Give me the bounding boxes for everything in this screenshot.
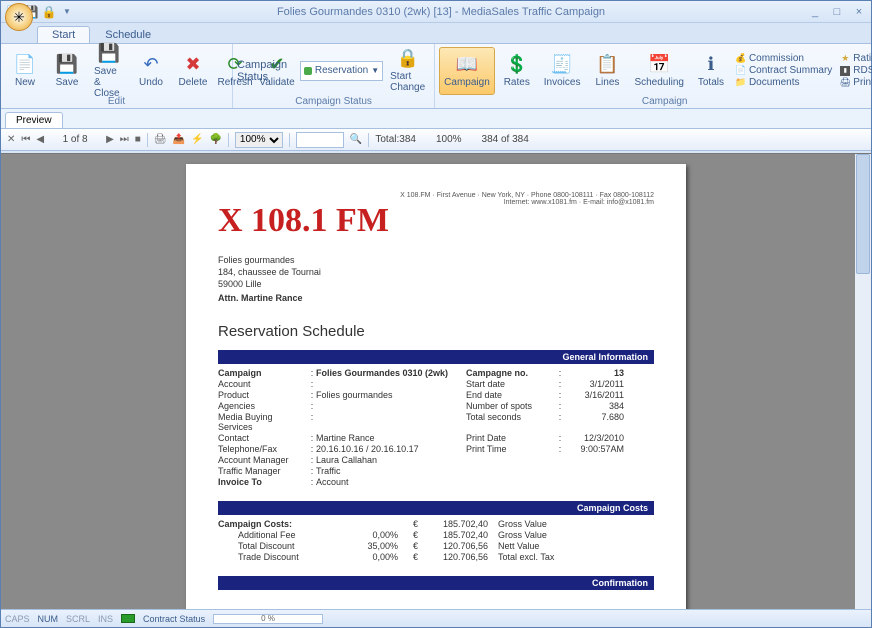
station-logo: X 108.1 FM <box>218 202 654 240</box>
rds-link[interactable]: ▮RDS <box>840 65 872 76</box>
nav-first-icon[interactable]: ⏮ <box>21 134 30 145</box>
delete-icon: ✖ <box>182 53 204 75</box>
ratings-link[interactable]: ★Ratings <box>840 53 872 64</box>
nav-close-icon[interactable]: ✕ <box>7 134 15 145</box>
maximize-button[interactable]: □ <box>829 6 845 18</box>
totals-button[interactable]: ℹTotals <box>691 47 731 95</box>
window-title: Folies Gourmandes 0310 (2wk) [13] - Medi… <box>75 6 807 18</box>
save-button[interactable]: 💾Save <box>47 47 87 95</box>
doc-title: Reservation Schedule <box>218 323 654 340</box>
titlebar: 📄 💾 🔒 ▼ Folies Gourmandes 0310 (2wk) [13… <box>1 1 871 23</box>
documents-icon: 📁 <box>736 78 746 88</box>
delete-button[interactable]: ✖Delete <box>173 47 213 95</box>
lines-icon: 📋 <box>596 53 618 75</box>
status-ins: INS <box>98 614 113 624</box>
addr-city: 59000 Lille <box>218 278 654 290</box>
preview-tab[interactable]: Preview <box>5 112 63 128</box>
status-scrl: SCRL <box>66 614 90 624</box>
calendar-icon: 📅 <box>648 53 670 75</box>
nav-print-icon[interactable]: 🖨 <box>154 134 167 145</box>
totals-icon: ℹ <box>700 53 722 75</box>
status-num: NUM <box>38 614 59 624</box>
print-link[interactable]: 🖨Print ▾ <box>840 77 872 88</box>
preview-tab-row: Preview <box>1 109 871 129</box>
nav-export-icon[interactable]: 📤 <box>173 134 185 145</box>
report-nav-toolbar: ✕ ⏮ ◀ 1 of 8 ▶ ⏭ ■ 🖨 📤 ⚡ 🌳 100% 🔍 Total:… <box>1 129 871 151</box>
qat-lock-icon[interactable]: 🔒 <box>41 4 57 20</box>
ribbon-tabs: Start Schedule <box>1 23 871 43</box>
rds-icon: ▮ <box>840 66 850 76</box>
undo-button[interactable]: ↶Undo <box>131 47 171 95</box>
star-icon: ★ <box>840 54 850 64</box>
save-close-button[interactable]: 💾Save & Close <box>89 47 129 95</box>
start-change-button[interactable]: 🔒Start Change <box>385 47 430 95</box>
save-icon: 💾 <box>56 53 78 75</box>
minimize-button[interactable]: _ <box>807 6 823 18</box>
new-button[interactable]: 📄New <box>5 47 45 95</box>
lock-icon: 🔒 <box>397 48 419 69</box>
app-menu-button[interactable]: ✳ <box>5 3 33 31</box>
new-icon: 📄 <box>14 53 36 75</box>
commission-link[interactable]: 💰Commission <box>736 53 832 64</box>
campaign-button[interactable]: 📖Campaign <box>439 47 495 95</box>
tab-start[interactable]: Start <box>37 26 90 43</box>
zoom-select[interactable]: 100% <box>235 132 283 148</box>
nav-prev-icon[interactable]: ◀ <box>36 134 44 145</box>
save-close-icon: 💾 <box>98 43 120 64</box>
status-contract: Contract Status <box>143 614 205 624</box>
hdr-line1: X 108.FM · First Avenue · New York, NY ·… <box>218 192 654 199</box>
documents-link[interactable]: 📁Documents <box>736 77 832 88</box>
nav-last-icon[interactable]: ⏭ <box>120 134 129 145</box>
addr-street: 184, chaussee de Tournai <box>218 266 654 278</box>
campaign-status-label: Campaign Status <box>237 59 296 83</box>
bar-costs: Campaign Costs <box>218 501 654 515</box>
status-dot-icon <box>304 67 312 75</box>
tab-schedule[interactable]: Schedule <box>90 26 166 43</box>
printer-icon: 🖨 <box>840 78 850 88</box>
report-page: X 108.FM · First Avenue · New York, NY ·… <box>186 164 686 609</box>
nav-total: Total:384 <box>375 134 416 145</box>
addr-name: Folies gourmandes <box>218 254 654 266</box>
progress-bar: 0 % <box>213 614 323 624</box>
nav-stop-icon[interactable]: ■ <box>135 134 141 145</box>
contract-icon: 📄 <box>736 66 746 76</box>
rates-icon: 💲 <box>506 53 528 75</box>
invoices-icon: 🧾 <box>551 53 573 75</box>
book-icon: 📖 <box>456 53 478 75</box>
campaign-status-select[interactable]: Reservation ▼ <box>300 61 383 81</box>
nav-tree-icon[interactable]: 🌳 <box>209 134 221 145</box>
lines-button[interactable]: 📋Lines <box>587 47 627 95</box>
addr-attn: Attn. Martine Rance <box>218 292 654 304</box>
invoices-button[interactable]: 🧾Invoices <box>539 47 586 95</box>
undo-icon: ↶ <box>140 53 162 75</box>
nav-pct: 100% <box>436 134 462 145</box>
scrollbar-thumb[interactable] <box>856 154 870 274</box>
scrollbar[interactable] <box>855 154 871 609</box>
status-led <box>121 614 135 623</box>
contract-summary-link[interactable]: 📄Contract Summary <box>736 65 832 76</box>
bar-general: General Information <box>218 350 654 364</box>
nav-refresh-icon[interactable]: ⚡ <box>191 134 203 145</box>
rates-button[interactable]: 💲Rates <box>497 47 537 95</box>
scheduling-button[interactable]: 📅Scheduling <box>629 47 688 95</box>
qat-dropdown-icon[interactable]: ▼ <box>59 4 75 20</box>
group-campaign-status-label: Campaign Status <box>237 95 430 108</box>
report-viewer[interactable]: X 108.FM · First Avenue · New York, NY ·… <box>1 153 871 609</box>
group-campaign-label: Campaign <box>439 95 872 108</box>
ribbon: 📄New 💾Save 💾Save & Close ↶Undo ✖Delete ⟳… <box>1 43 871 109</box>
nav-page: 1 of 8 <box>50 134 100 145</box>
binoculars-icon[interactable]: 🔍 <box>350 134 362 145</box>
search-input[interactable] <box>296 132 344 148</box>
nav-range: 384 of 384 <box>482 134 529 145</box>
status-caps: CAPS <box>5 614 30 624</box>
chevron-down-icon: ▼ <box>371 66 379 75</box>
close-window-button[interactable]: × <box>851 6 867 18</box>
group-edit-label: Edit <box>5 95 228 108</box>
nav-next-icon[interactable]: ▶ <box>106 134 114 145</box>
bar-confirmation: Confirmation <box>218 576 654 590</box>
commission-icon: 💰 <box>736 54 746 64</box>
statusbar: CAPS NUM SCRL INS Contract Status 0 % <box>1 609 871 627</box>
